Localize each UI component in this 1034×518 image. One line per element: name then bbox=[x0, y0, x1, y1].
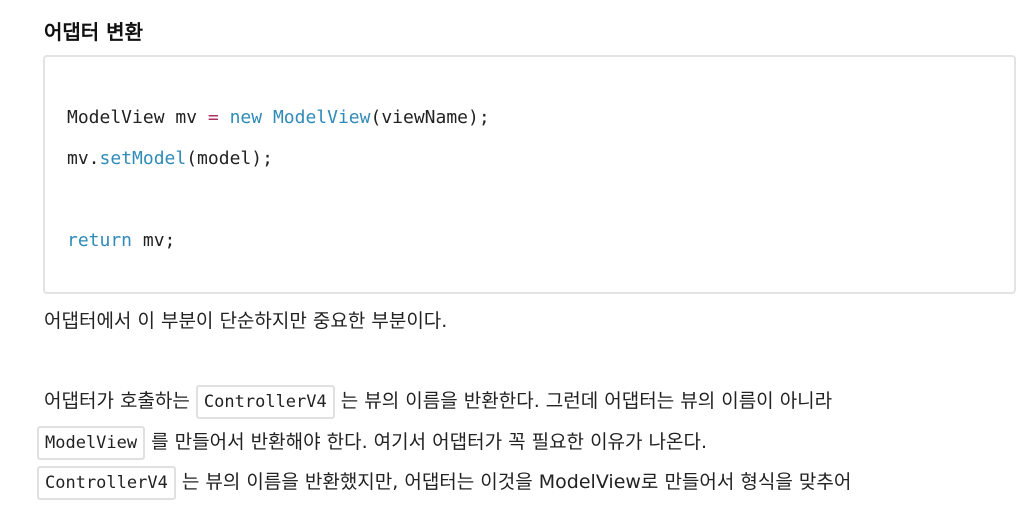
code-line: ModelView mv = new ModelView(viewName); bbox=[67, 107, 490, 128]
section-heading: 어댑터 변환 bbox=[44, 20, 143, 44]
text: 를 만들어서 반환해야 한다. 여기서 어댑터가 꼭 필요한 이유가 나온다. bbox=[145, 431, 708, 453]
inline-code: ModelView bbox=[37, 426, 146, 460]
code-text: ModelView mv bbox=[67, 107, 208, 128]
inline-code: ControllerV4 bbox=[195, 385, 335, 419]
paragraph: 어댑터가 호출하는 ControllerV4 는 뷰의 이름을 반환한다. 그런… bbox=[44, 385, 833, 419]
text: 는 뷰의 이름을 반환했지만, 어댑터는 이것을 ModelView로 만들어서… bbox=[175, 471, 852, 493]
code-keyword: new bbox=[229, 107, 263, 128]
code-function: setModel bbox=[99, 148, 187, 169]
code-keyword: return bbox=[67, 230, 133, 251]
text: 어댑터가 호출하는 bbox=[44, 390, 196, 412]
code-line: mv.setModel(model); bbox=[67, 148, 273, 169]
text: 는 뷰의 이름을 반환한다. 그런데 어댑터는 뷰의 이름이 아니라 bbox=[334, 390, 833, 412]
code-text: (model); bbox=[186, 148, 273, 169]
code-block: ModelView mv = new ModelView(viewName); … bbox=[43, 55, 1016, 294]
paragraph: 어댑터에서 이 부분이 단순하지만 중요한 부분이다. bbox=[44, 310, 448, 332]
code-text: (viewName); bbox=[370, 107, 490, 128]
inline-code: ControllerV4 bbox=[37, 466, 176, 500]
paragraph: ModelView 를 만들어서 반환해야 한다. 여기서 어댑터가 꼭 필요한… bbox=[37, 426, 708, 460]
code-operator: = bbox=[207, 107, 219, 128]
code-text: mv. bbox=[67, 148, 100, 169]
code-line: return mv; bbox=[67, 230, 175, 251]
code-class: ModelView bbox=[272, 107, 371, 128]
code-text: mv; bbox=[132, 230, 176, 251]
paragraph: ControllerV4 는 뷰의 이름을 반환했지만, 어댑터는 이것을 Mo… bbox=[37, 466, 852, 500]
